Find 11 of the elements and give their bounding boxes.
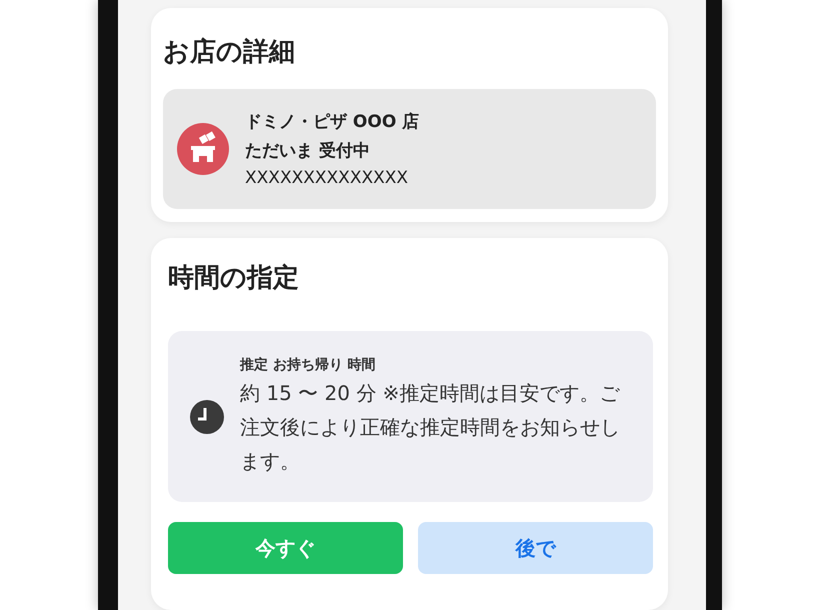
store-address: XXXXXXXXXXXXXX xyxy=(245,168,410,188)
store-icon xyxy=(177,123,229,175)
now-button[interactable]: 今すぐ xyxy=(168,522,403,574)
clock-icon xyxy=(190,400,224,434)
estimate-text: 約 15 〜 20 分 ※推定時間は目安です。ご注文後により正確な推定時間をお知らせします。 xyxy=(240,380,621,474)
section-title: お店の詳細 xyxy=(163,36,296,69)
estimate-label: 推定 お持ち帰り 時間 xyxy=(240,356,377,374)
store-name: ドミノ・ピザ OOO 店 xyxy=(245,111,420,133)
store-status: ただいま 受付中 xyxy=(245,140,371,162)
section-title: 時間の指定 xyxy=(168,262,300,295)
later-button[interactable]: 後で xyxy=(418,522,653,574)
